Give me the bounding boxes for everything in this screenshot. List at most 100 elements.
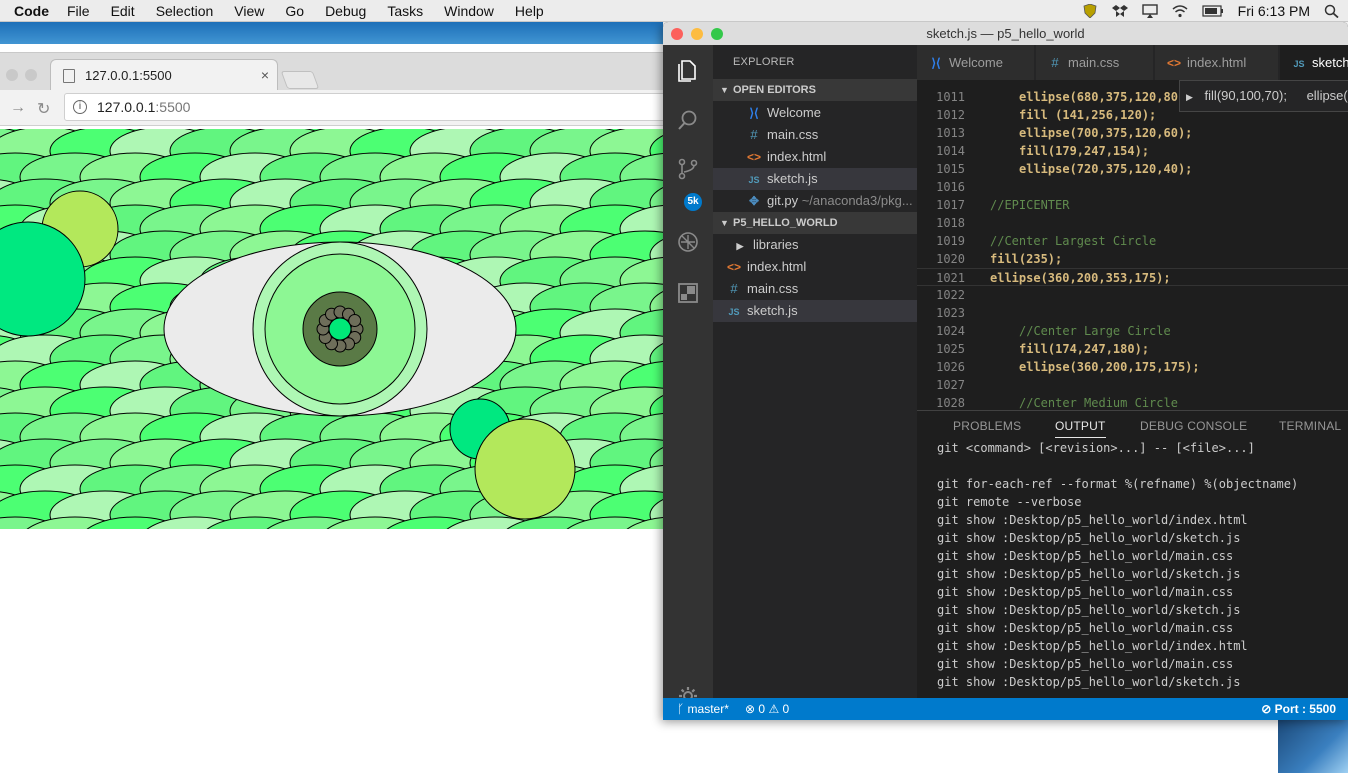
error-count: 0 <box>758 702 766 716</box>
file-sketch-js[interactable]: JS sketch.js <box>713 300 917 322</box>
tab-terminal[interactable]: TERMINAL <box>1279 419 1341 433</box>
project-header[interactable]: ▼ P5_HELLO_WORLD <box>713 212 917 234</box>
file-label: sketch.js <box>747 303 798 318</box>
vscode-window: sketch.js — p5_hello_world 5k 1 EXPLORER… <box>663 22 1348 720</box>
url-input[interactable]: i 127.0.0.1:5500 <box>64 93 674 121</box>
expand-arrow-icon: ▶ <box>1186 92 1193 102</box>
open-editor-git-py[interactable]: ✥ git.py ~/anaconda3/pkg... <box>713 190 917 212</box>
info-icon[interactable]: i <box>73 100 87 114</box>
folder-expand-icon: ▶ <box>736 241 744 251</box>
window-minimize-button[interactable] <box>25 69 37 81</box>
minimize-window-button[interactable] <box>691 28 703 40</box>
code-line: 1020 fill(235); <box>917 250 1348 268</box>
code-line: 1025 fill(174,247,180); <box>917 340 1348 358</box>
status-menus: Fri 6:13 PM <box>1082 0 1340 22</box>
dropbox-icon[interactable] <box>1111 4 1128 18</box>
menu-go[interactable]: Go <box>285 3 304 19</box>
html-icon: <> <box>747 150 762 164</box>
open-editor-index-html[interactable]: <> index.html <box>713 146 917 168</box>
menu-window[interactable]: Window <box>444 3 494 19</box>
menu-help[interactable]: Help <box>515 3 544 19</box>
line-number: 1028 <box>936 396 965 410</box>
debug-icon[interactable] <box>676 230 700 254</box>
hover-tooltip: ▶ fill(90,100,70); ellipse(... <box>1179 80 1348 112</box>
open-editor-sketch-js[interactable]: JS sketch.js <box>713 168 917 190</box>
reload-icon[interactable]: ↻ <box>37 99 50 119</box>
wifi-icon[interactable] <box>1172 4 1188 18</box>
code-line: 1019 //Center Largest Circle <box>917 232 1348 250</box>
desktop-wallpaper-corner <box>1278 720 1348 773</box>
explorer-icon[interactable] <box>676 58 700 82</box>
sketch-drawing <box>0 129 663 529</box>
menu-edit[interactable]: Edit <box>111 3 135 19</box>
file-main-css[interactable]: # main.css <box>713 278 917 300</box>
vscode-titlebar: sketch.js — p5_hello_world <box>663 22 1348 45</box>
output-line: git show :Desktop/p5_hello_world/sketch.… <box>937 567 1241 581</box>
code-text: fill(235); <box>990 252 1063 266</box>
app-menu[interactable]: Code <box>14 3 49 19</box>
tab-output[interactable]: OUTPUT <box>1055 419 1106 438</box>
problems-indicator[interactable]: ⊗ 0 ⚠ 0 <box>745 698 789 720</box>
line-number: 1019 <box>936 234 965 248</box>
url-port: :5500 <box>155 99 191 115</box>
css-icon: # <box>750 127 758 142</box>
file-index-html[interactable]: <> index.html <box>713 256 917 278</box>
code-line: 1018 <box>917 214 1348 232</box>
open-editor-label: main.css <box>767 127 819 142</box>
code-line: 1021 ellipse(360,200,353,175); <box>917 268 1348 286</box>
code-text: ellipse(680,375,120,80); <box>1019 90 1193 104</box>
branch-indicator[interactable]: ᚴ master* <box>677 698 729 720</box>
search-icon[interactable] <box>676 108 700 132</box>
line-number: 1024 <box>936 324 965 338</box>
menu-bar: Code File Edit Selection View Go Debug T… <box>0 0 1348 22</box>
window-close-button[interactable] <box>6 69 18 81</box>
code-line: 1015 ellipse(720,375,120,40); <box>917 160 1348 178</box>
browser-tab[interactable]: 127.0.0.1:5500 × <box>50 59 278 91</box>
new-tab-button[interactable] <box>280 71 320 89</box>
menu-view[interactable]: View <box>234 3 264 19</box>
extensions-icon[interactable] <box>676 281 700 305</box>
code-text: ellipse(700,375,120,60); <box>1019 126 1193 140</box>
tab-label: Welcome <box>949 55 1003 70</box>
open-editor-main-css[interactable]: # main.css <box>713 124 917 146</box>
clock[interactable]: Fri 6:13 PM <box>1238 3 1310 19</box>
code-text: fill (141,256,120); <box>1019 108 1157 122</box>
tab-sketch-js[interactable]: JS sketch.js <box>1280 45 1348 80</box>
explorer-sidebar: EXPLORER ▼ OPEN EDITORS ⟩⟨ Welcome # main.c… <box>713 45 917 698</box>
url-host: 127.0.0.1 <box>97 99 156 115</box>
warning-count: 0 <box>782 702 790 716</box>
p5-canvas[interactable] <box>0 129 663 529</box>
line-number: 1015 <box>936 162 965 176</box>
live-server-port[interactable]: ⊘ Port : 5500 <box>1261 698 1336 720</box>
collapse-triangle-icon: ▼ <box>720 85 729 95</box>
battery-icon[interactable] <box>1202 4 1224 18</box>
tab-index-html[interactable]: <> index.html <box>1155 45 1279 80</box>
output-line: git show :Desktop/p5_hello_world/main.cs… <box>937 657 1234 671</box>
tab-welcome[interactable]: ⟩⟨ Welcome <box>917 45 1035 80</box>
tab-debug-console[interactable]: DEBUG CONSOLE <box>1140 419 1247 433</box>
tab-close-icon[interactable]: × <box>261 67 269 83</box>
menu-debug[interactable]: Debug <box>325 3 366 19</box>
open-editors-header[interactable]: ▼ OPEN EDITORS <box>713 79 917 101</box>
output-line: git remote --verbose <box>937 495 1082 509</box>
airplay-icon[interactable] <box>1141 4 1158 18</box>
open-editor-welcome[interactable]: ⟩⟨ Welcome <box>713 102 917 124</box>
zoom-window-button[interactable] <box>711 28 723 40</box>
menu-file[interactable]: File <box>67 3 90 19</box>
close-window-button[interactable] <box>671 28 683 40</box>
error-icon: ⊗ <box>745 702 756 716</box>
tab-main-css[interactable]: # main.css <box>1036 45 1154 80</box>
shield-icon[interactable] <box>1082 4 1098 18</box>
folder-libraries[interactable]: ▶ libraries <box>713 234 917 256</box>
output-line: git show :Desktop/p5_hello_world/sketch.… <box>937 675 1241 689</box>
search-icon[interactable] <box>1324 4 1340 18</box>
menu-tasks[interactable]: Tasks <box>387 3 423 19</box>
code-text: //Center Medium Circle <box>1019 396 1178 410</box>
tab-problems[interactable]: PROBLEMS <box>953 419 1021 433</box>
code-line: 1017 //EPICENTER <box>917 196 1348 214</box>
code-editor[interactable]: 1011 ellipse(680,375,120,80); 1012 fill (14… <box>917 80 1348 410</box>
menu-selection[interactable]: Selection <box>156 3 214 19</box>
git-branch-icon: ᚴ <box>677 702 685 716</box>
source-control-icon[interactable] <box>676 157 700 181</box>
forward-arrow-icon[interactable]: → <box>10 99 26 117</box>
